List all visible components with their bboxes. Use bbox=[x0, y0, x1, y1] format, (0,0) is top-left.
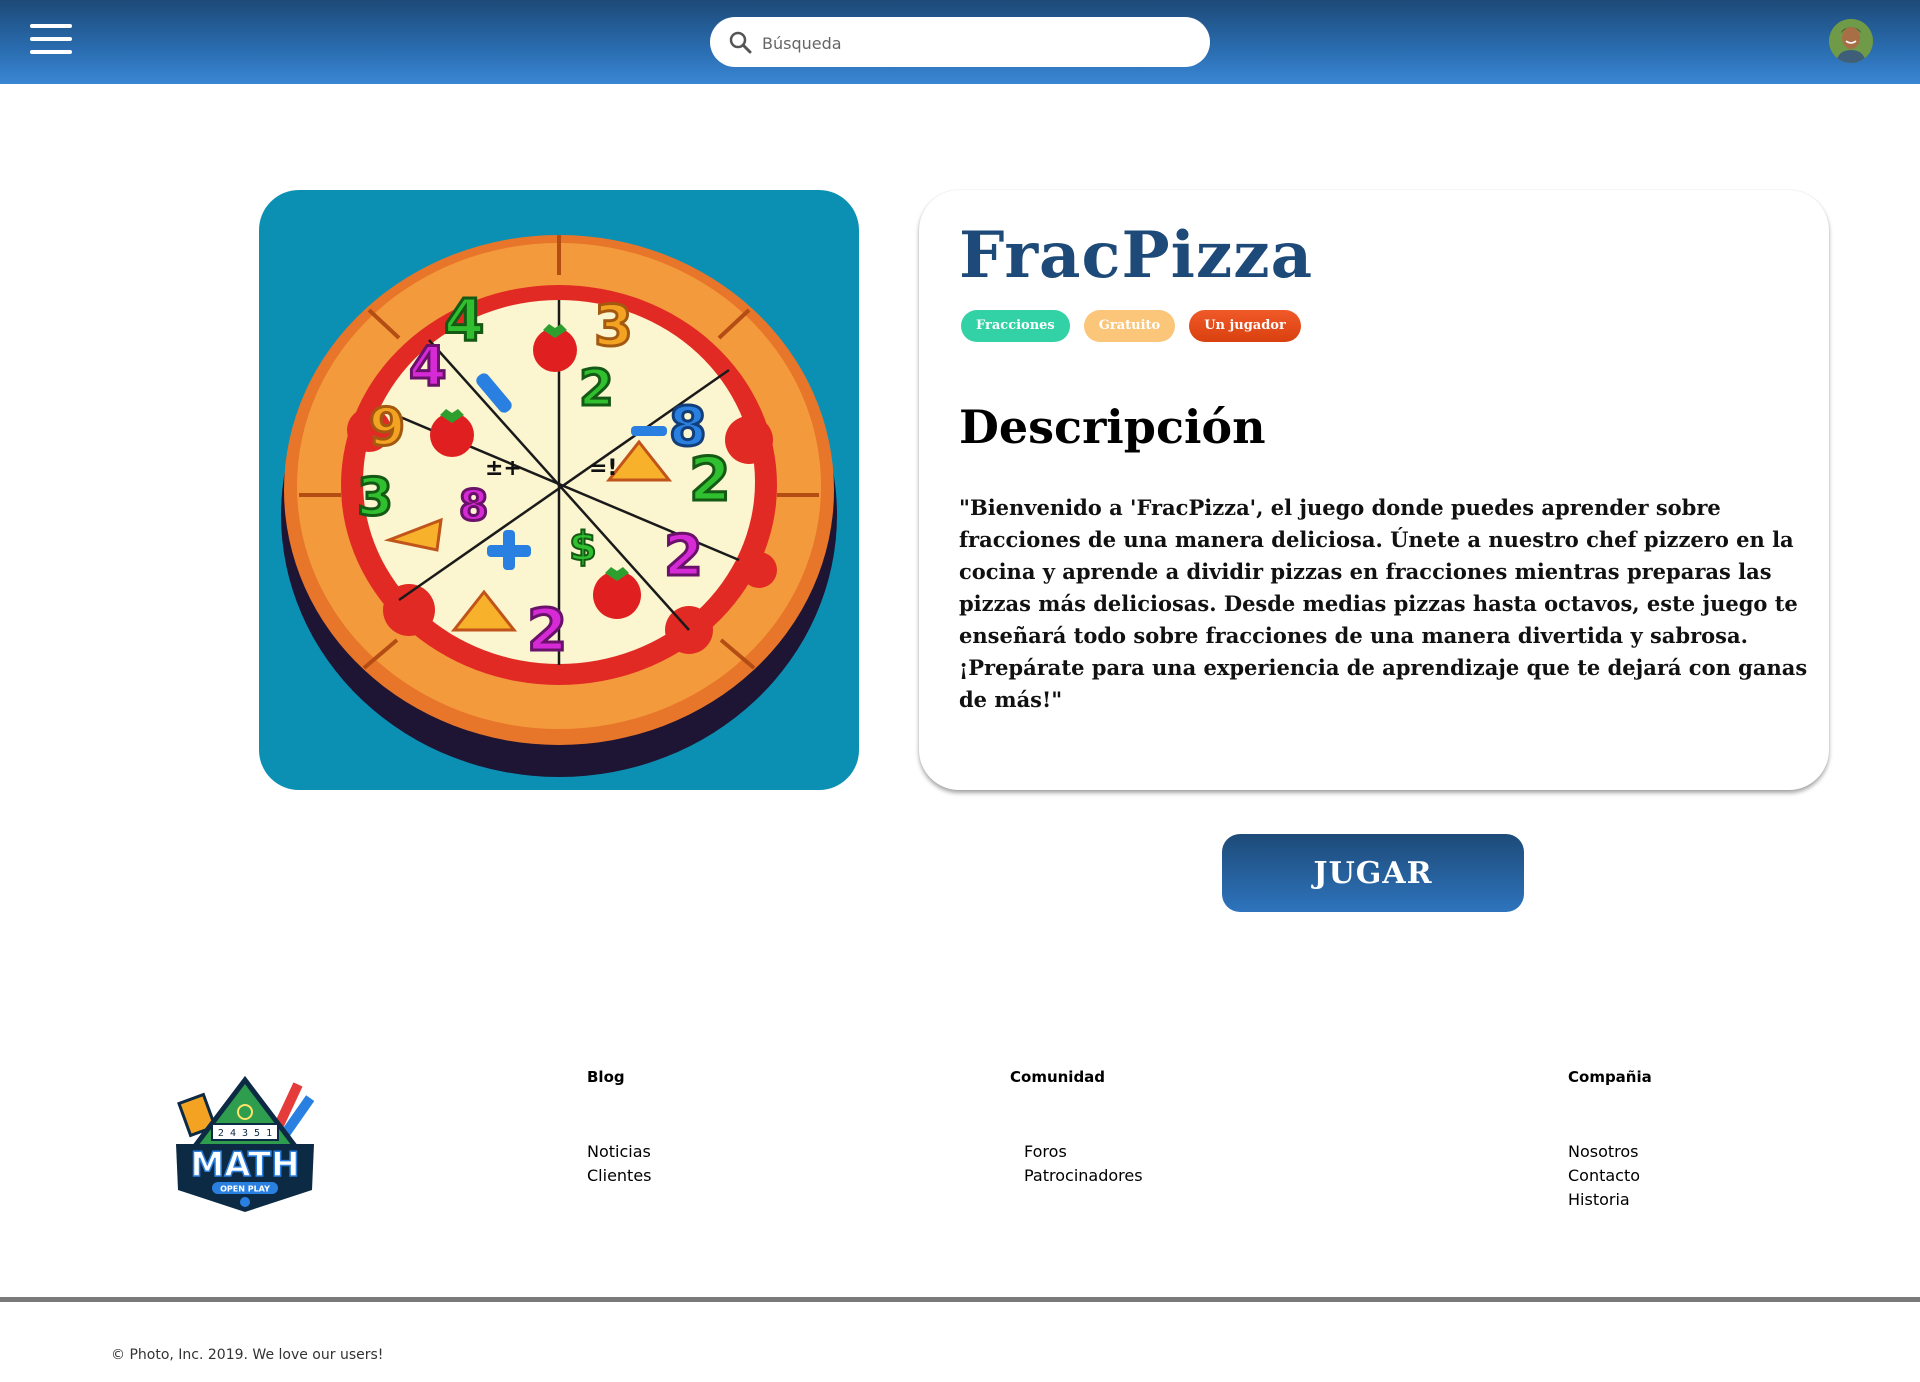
svg-text:=!: =! bbox=[589, 456, 617, 481]
footer-link-noticias[interactable]: Noticias bbox=[587, 1140, 652, 1164]
svg-text:2: 2 bbox=[664, 524, 703, 589]
svg-text:4: 4 bbox=[444, 286, 484, 354]
game-title: FracPizza bbox=[959, 218, 1314, 293]
footer-link-nosotros[interactable]: Nosotros bbox=[1568, 1140, 1652, 1164]
search-bar[interactable] bbox=[710, 17, 1210, 67]
svg-text:8: 8 bbox=[459, 481, 488, 530]
footer-link-historia[interactable]: Historia bbox=[1568, 1188, 1652, 1212]
svg-text:3: 3 bbox=[594, 294, 633, 359]
tag-un-jugador[interactable]: Un jugador bbox=[1189, 310, 1301, 342]
svg-text:2: 2 bbox=[689, 445, 731, 515]
footer-column-compania: Compañia Nosotros Contacto Historia bbox=[1568, 1068, 1652, 1212]
footer-heading-compania: Compañia bbox=[1568, 1068, 1652, 1086]
logo-text: MATH bbox=[190, 1145, 299, 1185]
game-info-card: FracPizza Fracciones Gratuito Un jugador… bbox=[919, 190, 1829, 790]
logo-subtext: OPEN PLAY bbox=[220, 1185, 270, 1194]
footer-link-foros[interactable]: Foros bbox=[1024, 1140, 1143, 1164]
tag-fracciones[interactable]: Fracciones bbox=[961, 310, 1070, 342]
footer-link-patrocinadores[interactable]: Patrocinadores bbox=[1024, 1164, 1143, 1188]
footer-column-comunidad: Comunidad Foros Patrocinadores bbox=[1010, 1068, 1143, 1188]
footer-heading-blog: Blog bbox=[587, 1068, 625, 1086]
search-icon bbox=[729, 31, 752, 54]
footer-column-blog: Blog Noticias Clientes bbox=[587, 1068, 652, 1188]
pizza-illustration: 4 3 4 2 8 9 3 8 2 2 2 $ ±+ =! bbox=[281, 235, 837, 777]
svg-text:±+: ±+ bbox=[485, 456, 522, 481]
footer-heading-comunidad: Comunidad bbox=[1010, 1068, 1106, 1086]
svg-text:4: 4 bbox=[409, 335, 447, 398]
footer-link-clientes[interactable]: Clientes bbox=[587, 1164, 652, 1188]
svg-text:2: 2 bbox=[579, 359, 614, 417]
svg-text:2: 2 bbox=[527, 596, 567, 664]
tag-list: Fracciones Gratuito Un jugador bbox=[961, 310, 1301, 342]
game-cover-image: 4 3 4 2 8 9 3 8 2 2 2 $ ±+ =! bbox=[259, 190, 859, 790]
math-open-play-logo[interactable]: 2 4 3 5 1 MATH OPEN PLAY bbox=[170, 1072, 320, 1214]
user-avatar[interactable] bbox=[1829, 19, 1873, 63]
svg-text:$: $ bbox=[569, 524, 597, 570]
svg-text:9: 9 bbox=[369, 398, 405, 458]
play-button[interactable]: JUGAR bbox=[1222, 834, 1524, 912]
search-input[interactable] bbox=[760, 27, 1184, 59]
description-heading: Descripción bbox=[959, 400, 1266, 454]
svg-text:3: 3 bbox=[357, 468, 393, 528]
copyright-text: © Photo, Inc. 2019. We love our users! bbox=[111, 1347, 384, 1363]
menu-icon[interactable] bbox=[30, 24, 72, 60]
tag-gratuito[interactable]: Gratuito bbox=[1083, 310, 1176, 342]
logo-digits: 2 4 3 5 1 bbox=[218, 1128, 272, 1139]
top-header bbox=[0, 0, 1920, 84]
description-text: "Bienvenido a 'FracPizza', el juego dond… bbox=[959, 495, 1808, 712]
footer-divider bbox=[0, 1297, 1920, 1302]
footer-link-contacto[interactable]: Contacto bbox=[1568, 1164, 1652, 1188]
